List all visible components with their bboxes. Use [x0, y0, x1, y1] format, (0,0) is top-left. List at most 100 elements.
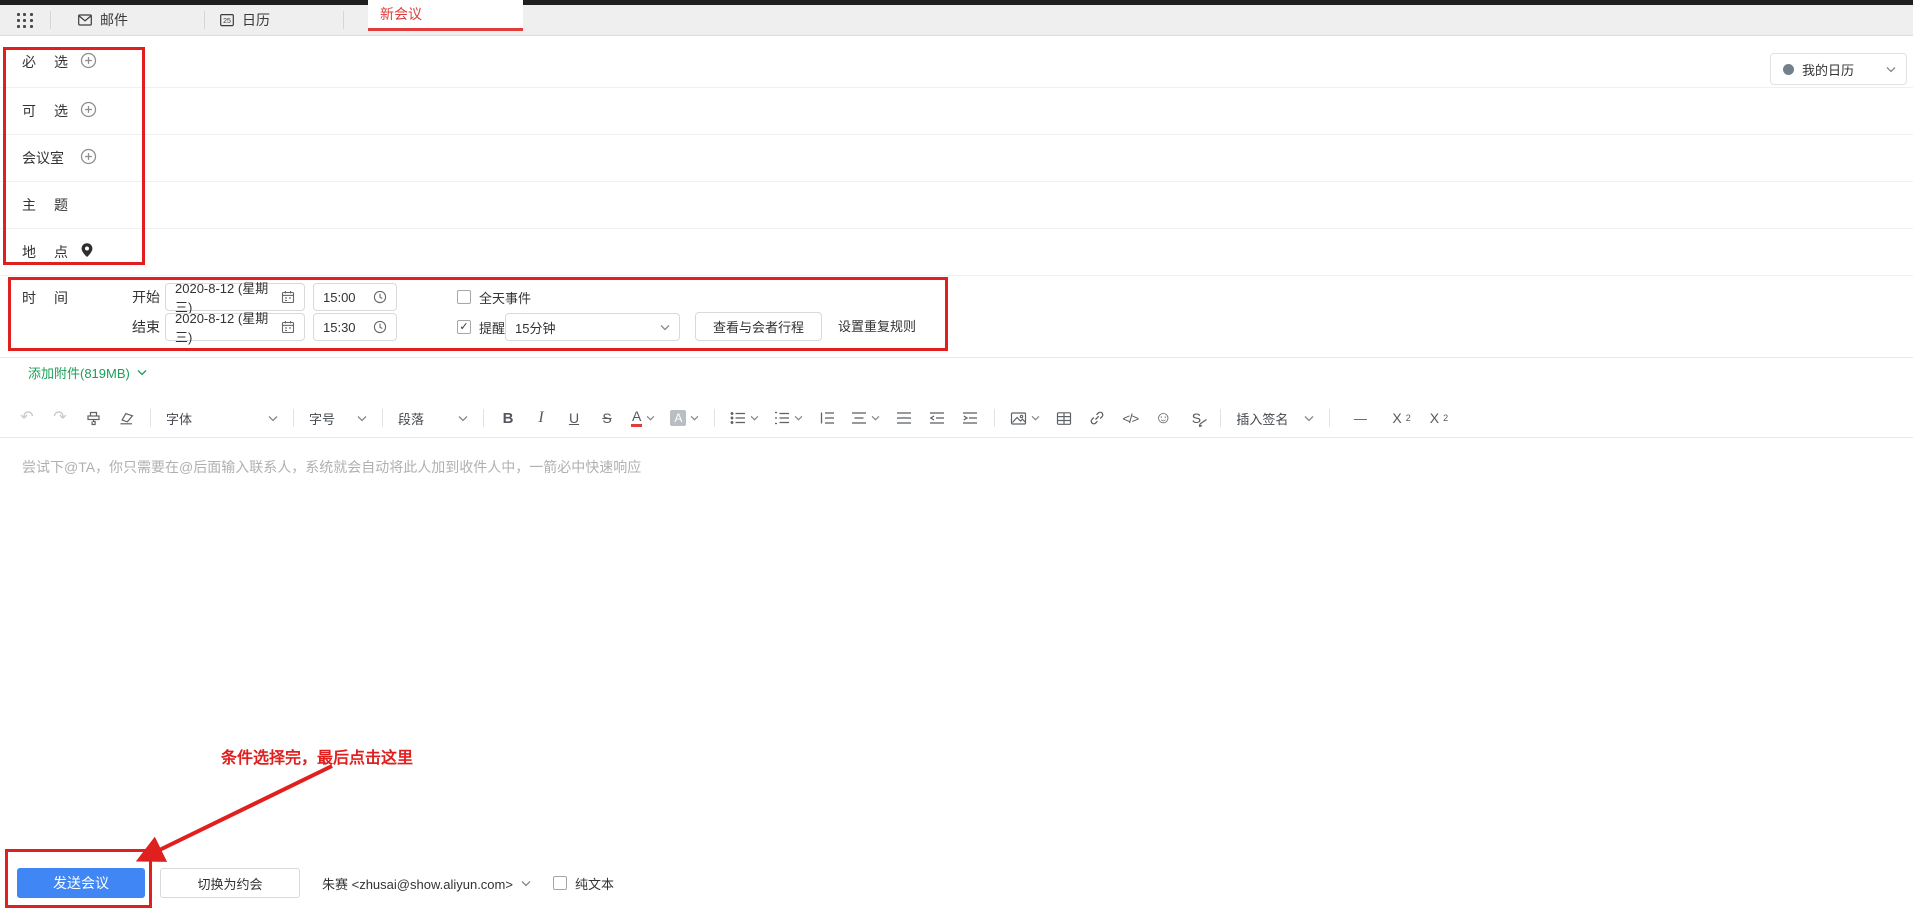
strikethrough-button[interactable]: S — [598, 406, 616, 430]
start-time-value: 15:00 — [323, 289, 356, 305]
subscript-exp: 2 — [1443, 413, 1449, 423]
reminder-checkbox[interactable]: ✓ — [457, 320, 471, 334]
paragraph-select[interactable]: 段落 — [398, 406, 468, 430]
allday-label: 全天事件 — [479, 290, 532, 306]
font-size-value: 字号 — [309, 411, 336, 427]
toolbar-divider — [1329, 409, 1331, 427]
view-attendee-schedule-button[interactable]: 查看与会者行程 — [695, 312, 822, 341]
editor-toolbar: ↶ ↷ 字体 字号 段落 B I U S A A </> ☺ S 插入签名 — … — [0, 399, 1913, 438]
clear-format-icon[interactable] — [117, 406, 135, 430]
end-time-value: 15:30 — [323, 319, 356, 335]
bold-button[interactable]: B — [499, 406, 517, 430]
toolbar-divider — [150, 409, 151, 427]
outdent-button[interactable] — [928, 406, 946, 430]
font-family-select[interactable]: 字体 — [166, 406, 278, 430]
insert-table-button[interactable] — [1055, 406, 1073, 430]
end-label: 结束 — [132, 319, 160, 335]
clock-icon[interactable] — [373, 320, 387, 334]
insert-link-button[interactable] — [1088, 406, 1106, 430]
allday-option[interactable]: 全天事件 — [457, 283, 531, 311]
undo-icon[interactable]: ↶ — [18, 406, 36, 430]
field-row-location[interactable]: 地点 — [0, 229, 1913, 276]
subscript-x: X — [1429, 410, 1440, 426]
line-spacing-button[interactable] — [818, 406, 836, 430]
location-pin-icon[interactable] — [80, 242, 94, 262]
apps-grid-icon[interactable] — [16, 12, 34, 28]
reminder-interval-select[interactable]: 15分钟 — [505, 313, 680, 341]
tab-new-meeting[interactable]: 新会议 — [368, 0, 523, 31]
start-time-input[interactable]: 15:00 — [313, 283, 397, 311]
new-meeting-page: 邮件 25 日历 新会议 我的日历 必选 可选 会议室 主题 地点 时间 开始 … — [0, 0, 1913, 913]
start-date-input[interactable]: 2020-8-12 (星期三) — [165, 281, 305, 315]
redo-icon[interactable]: ↷ — [51, 406, 69, 430]
chevron-down-icon[interactable] — [690, 415, 699, 421]
indent-button[interactable] — [961, 406, 979, 430]
editor-body[interactable]: 尝试下@TA，你只需要在@后面输入联系人，系统就会自动将此人加到收件人中，一箭必… — [0, 438, 1913, 850]
end-date-value: 2020-8-12 (星期三) — [175, 311, 269, 345]
add-meeting-room-button[interactable] — [80, 148, 97, 168]
chevron-down-icon[interactable] — [871, 415, 880, 421]
location-label: 地点 — [22, 244, 68, 260]
chevron-down-icon — [357, 415, 367, 421]
plaintext-option[interactable]: 纯文本 — [553, 868, 614, 898]
font-color-button[interactable]: A — [631, 406, 655, 430]
align-button[interactable] — [851, 406, 880, 430]
superscript-x: X — [1392, 410, 1402, 426]
subject-label: 主题 — [22, 197, 68, 213]
horizontal-rule-button[interactable]: — — [1351, 406, 1369, 430]
chevron-down-icon — [268, 415, 278, 421]
view-attendee-schedule-label: 查看与会者行程 — [712, 320, 804, 335]
end-time-input[interactable]: 15:30 — [313, 313, 397, 341]
insert-code-button[interactable]: </> — [1121, 406, 1139, 430]
emoji-button[interactable]: ☺ — [1154, 406, 1172, 430]
bg-color-button[interactable]: A — [670, 406, 699, 430]
toolbar-divider — [714, 409, 716, 427]
add-attachment-button[interactable]: 添加附件(819MB) — [28, 363, 147, 382]
insert-signature-select[interactable]: 插入签名 — [1236, 406, 1314, 430]
send-meeting-button[interactable]: 发送会议 — [17, 868, 145, 898]
field-row-meeting-room[interactable]: 会议室 — [0, 135, 1913, 182]
underline-button[interactable]: U — [565, 406, 583, 430]
date-picker-icon[interactable] — [281, 290, 295, 304]
justify-button[interactable] — [895, 406, 913, 430]
envelope-icon — [77, 12, 93, 28]
chevron-down-icon[interactable] — [646, 415, 655, 421]
clock-icon[interactable] — [373, 290, 387, 304]
paragraph-value: 段落 — [398, 411, 425, 427]
switch-to-appointment-button[interactable]: 切换为约会 — [160, 868, 300, 898]
allday-checkbox[interactable] — [457, 290, 471, 304]
bullet-list-button[interactable] — [730, 406, 759, 430]
date-picker-icon[interactable] — [281, 320, 295, 334]
toolbar-divider — [483, 409, 484, 427]
reminder-option[interactable]: ✓ 提醒 — [457, 313, 505, 341]
tab-bar: 邮件 25 日历 — [0, 5, 1913, 36]
chevron-down-icon[interactable] — [750, 415, 759, 421]
superscript-button[interactable]: X2 — [1392, 406, 1410, 430]
field-row-optional[interactable]: 可选 — [0, 88, 1913, 135]
field-row-required[interactable]: 必选 — [0, 36, 1913, 88]
end-date-input[interactable]: 2020-8-12 (星期三) — [165, 311, 305, 345]
numbered-list-button[interactable] — [774, 406, 803, 430]
format-painter-icon[interactable] — [84, 406, 102, 430]
italic-button[interactable]: I — [532, 406, 550, 430]
plaintext-label: 纯文本 — [575, 876, 615, 892]
time-label: 时间 — [22, 290, 68, 306]
chevron-down-icon[interactable] — [794, 415, 803, 421]
tab-mail[interactable]: 邮件 — [63, 5, 142, 35]
sender-select[interactable]: 朱赛 <zhusai@show.aliyun.com> — [322, 868, 531, 898]
insert-image-button[interactable] — [1010, 406, 1040, 430]
add-required-attendee-button[interactable] — [80, 52, 97, 72]
send-meeting-label: 发送会议 — [53, 875, 109, 891]
set-recurrence-button[interactable]: 设置重复规则 — [838, 313, 916, 341]
subscript-button[interactable]: X2 — [1430, 406, 1448, 430]
add-optional-attendee-button[interactable] — [80, 101, 97, 121]
insert-signature-label: 插入签名 — [1236, 411, 1289, 427]
tab-calendar[interactable]: 25 日历 — [205, 5, 284, 35]
toolbar-divider — [293, 409, 294, 427]
time-section: 时间 开始 2020-8-12 (星期三) 15:00 全天事件 结束 2020… — [0, 276, 1913, 358]
chevron-down-icon[interactable] — [1031, 415, 1040, 421]
field-row-subject[interactable]: 主题 — [0, 182, 1913, 229]
signature-pen-button[interactable]: S — [1187, 406, 1207, 430]
font-size-select[interactable]: 字号 — [309, 406, 367, 430]
plaintext-checkbox[interactable] — [553, 876, 567, 890]
